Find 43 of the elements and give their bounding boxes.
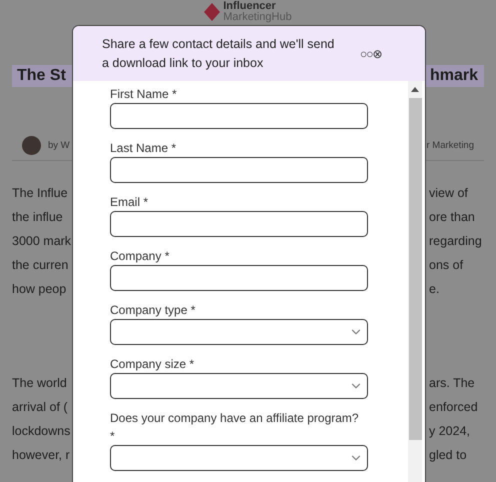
author-byline: by W — [48, 140, 70, 150]
article-title: The St — [17, 67, 66, 85]
paragraph-text: ons of — [429, 257, 464, 274]
logo-icon — [204, 3, 220, 21]
paragraph-text: the curren — [12, 257, 68, 274]
input-field[interactable] — [110, 211, 368, 237]
input-field[interactable] — [110, 265, 368, 291]
paragraph-text: lockdowns — [12, 423, 70, 440]
select-field[interactable] — [110, 373, 368, 399]
field-label: First Name * — [110, 86, 178, 103]
paragraph-text: y 2024, — [429, 423, 470, 440]
paragraph-text: ars. The — [429, 375, 475, 392]
logo-text: Influencer — [223, 1, 277, 12]
field-label: Company * — [110, 248, 170, 265]
field-label: Company size * — [110, 356, 196, 373]
article-title: hmark — [430, 67, 478, 85]
paragraph-text: gled to — [429, 447, 467, 464]
paragraph-text: ore than — [429, 209, 475, 226]
paragraph-text: e. — [429, 281, 440, 298]
paragraph-text: 3000 mark — [12, 233, 72, 250]
field-label: Email * — [110, 194, 150, 211]
paragraph-text: however, r — [12, 447, 70, 464]
paragraph-text: enforced — [429, 399, 478, 416]
field-label: Last Name * — [110, 140, 178, 157]
input-field[interactable] — [110, 157, 368, 183]
paragraph-text: how peop — [12, 281, 66, 298]
scrollbar-thumb[interactable] — [408, 98, 422, 440]
paragraph-text: The world — [12, 375, 67, 392]
field-label: Company type * — [110, 302, 196, 319]
dialog-message: Share a few contact details and we'll send a download link to your inbox — [102, 36, 336, 72]
dialog-controls[interactable]: ○○⊗ — [360, 46, 382, 60]
scrollbar[interactable] — [408, 81, 422, 482]
paragraph-text: the influe — [12, 209, 63, 226]
paragraph-text: The Influe — [12, 185, 68, 202]
input-field[interactable] — [110, 103, 368, 129]
paragraph-text: regarding — [429, 233, 482, 250]
category-link[interactable]: r Marketing — [426, 140, 474, 150]
field-label: Does your company have an affiliate program? * — [110, 410, 360, 445]
avatar — [22, 136, 41, 154]
select-field[interactable] — [110, 319, 368, 345]
select-field[interactable] — [110, 445, 368, 471]
paragraph-text: view of — [429, 185, 468, 202]
paragraph-text: arrival of ( — [12, 399, 68, 416]
